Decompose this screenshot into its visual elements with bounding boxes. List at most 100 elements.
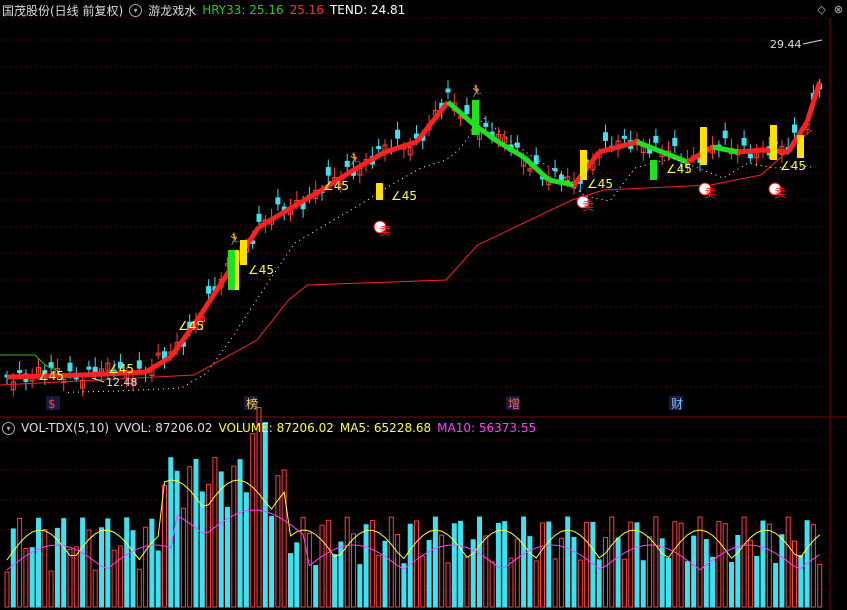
hry-line xyxy=(724,147,732,154)
hry-line xyxy=(554,178,562,185)
volume-bar xyxy=(420,555,426,608)
volume-bar xyxy=(647,536,653,608)
chevron-down-icon[interactable]: ▾ xyxy=(129,3,143,17)
volume-bar xyxy=(237,459,243,608)
volume-bar xyxy=(628,521,634,608)
hry-line xyxy=(163,354,173,363)
hry-line xyxy=(705,144,714,153)
candle xyxy=(653,135,659,143)
signal-bar xyxy=(228,250,235,290)
high-price-label: 29.44 xyxy=(770,38,802,51)
hry-line xyxy=(756,147,764,153)
volume-bar xyxy=(187,466,193,608)
hry-line xyxy=(409,139,418,147)
volume-bar xyxy=(495,522,501,608)
sell-mark-label: 卖 xyxy=(704,186,716,200)
volume-bar xyxy=(634,522,640,608)
hry-line xyxy=(384,147,393,155)
hry-line xyxy=(403,141,411,149)
signal-bar xyxy=(770,125,777,160)
hry-line xyxy=(244,234,255,247)
hry-line xyxy=(743,148,751,154)
candle xyxy=(483,122,489,127)
hry-line xyxy=(534,166,545,177)
volume-bar xyxy=(149,518,155,608)
hry-line xyxy=(521,155,532,165)
hry-line xyxy=(390,145,399,153)
hry-line xyxy=(289,202,299,211)
volume-header: ▾ VOL-TDX(5,10) VVOL: 87206.02 VOLUME: 8… xyxy=(2,419,542,437)
volume-bar xyxy=(130,530,136,608)
signal-bar xyxy=(797,135,804,158)
hry-line xyxy=(295,198,305,207)
angle-label: ∠45 xyxy=(178,319,204,333)
volume-bar xyxy=(710,556,716,608)
angle-label: ∠45 xyxy=(391,189,417,203)
volume-bar xyxy=(369,520,375,608)
vol-indicator-name[interactable]: VOL-TDX(5,10) xyxy=(21,421,109,435)
diamond-icon[interactable]: ◇ xyxy=(817,3,825,16)
hry-line xyxy=(762,147,770,153)
hry-line xyxy=(667,152,676,160)
angle-label: ∠45 xyxy=(666,162,692,176)
indicator-name[interactable]: 游龙戏水 xyxy=(148,2,196,19)
volume-bar xyxy=(111,549,117,608)
tend-value: TEND: 24.81 xyxy=(329,3,406,17)
volume-bar xyxy=(779,534,785,608)
volume-bar xyxy=(325,519,331,608)
volume-bar xyxy=(332,553,338,608)
pin-icon[interactable]: ⊗ xyxy=(834,3,843,16)
volume-bar xyxy=(262,422,268,608)
volume-bar xyxy=(105,518,111,608)
volume-bar xyxy=(256,406,262,608)
volume-bar xyxy=(817,563,823,608)
volume-bar xyxy=(502,521,508,608)
candle xyxy=(256,213,262,222)
volume-bar xyxy=(231,465,237,608)
ma10-value: MA10: 56373.55 xyxy=(437,421,537,435)
volume-bar xyxy=(281,469,287,608)
candle xyxy=(533,155,539,165)
hry-line xyxy=(206,291,217,305)
volume-bar xyxy=(747,539,753,608)
volume-bar xyxy=(754,555,760,608)
hry-line xyxy=(276,209,286,218)
chevron-down-icon[interactable]: ▾ xyxy=(2,421,15,435)
ma5-value: MA5: 65228.68 xyxy=(339,421,432,435)
hry-line xyxy=(219,272,230,285)
volume-bar xyxy=(313,565,319,608)
stock-name[interactable]: 国茂股份(日线 前复权) xyxy=(2,2,123,19)
hry-line xyxy=(452,105,463,115)
angle-label: ∠45 xyxy=(108,362,134,376)
volume-bar xyxy=(243,492,249,608)
hry-line xyxy=(364,157,374,165)
volume-bar xyxy=(269,515,275,608)
volume-bar xyxy=(464,556,470,608)
vvol-value: VVOL: 87206.02 xyxy=(115,421,213,435)
candle xyxy=(136,360,142,369)
candle xyxy=(86,366,92,370)
volume-bar xyxy=(760,520,766,608)
hry-line xyxy=(433,108,444,120)
volume-bar xyxy=(533,560,539,608)
hry-line xyxy=(598,147,607,155)
volume-bar xyxy=(414,520,419,608)
volume-bar xyxy=(596,559,602,608)
volume-bar xyxy=(584,522,590,608)
candle xyxy=(747,153,753,159)
volume-bar xyxy=(212,457,218,608)
volume-bar xyxy=(521,516,527,608)
hry-line xyxy=(345,167,355,177)
stock-chart-window: ∠45 ∠45 ∠45 ∠45 ∠45 ∠45 ∠45 ∠45 ∠45 29.44 12.48 卖卖卖… xyxy=(0,0,847,610)
hry-line xyxy=(371,153,380,162)
hry-line xyxy=(420,124,432,136)
figure-icon: 🏃 xyxy=(347,152,362,166)
signal-bar xyxy=(580,150,587,180)
chart-canvas[interactable]: ∠45 ∠45∠45∠45∠45∠45∠45∠45 ∠4529.4412.48卖卖卖… xyxy=(0,0,847,610)
volume-bar xyxy=(766,523,772,608)
hry-line xyxy=(750,148,757,154)
hry-line xyxy=(377,149,387,158)
hry-line xyxy=(250,225,262,238)
volume-bar xyxy=(357,564,363,608)
volume-bar xyxy=(288,553,293,608)
